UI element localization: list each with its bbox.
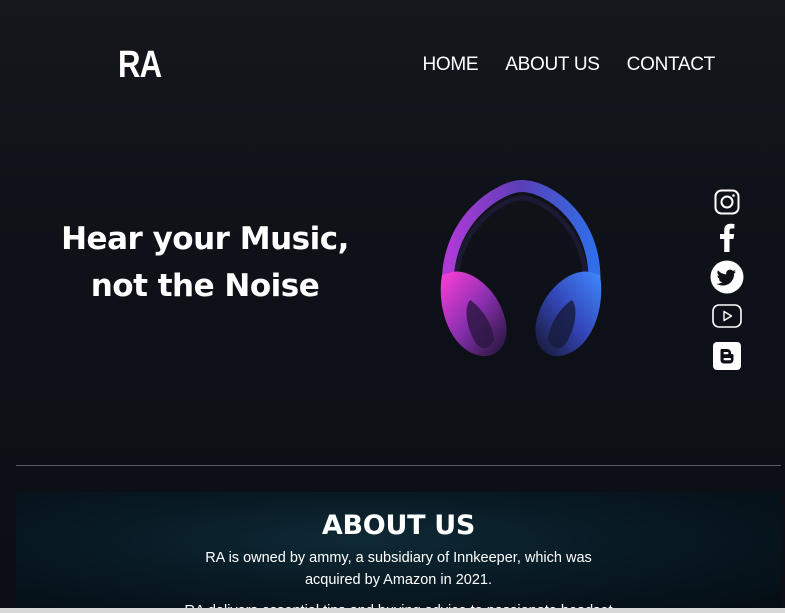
about-paragraph-1: RA is owned by ammy, a subsidiary of Inn… [16, 547, 781, 591]
horizontal-scrollbar[interactable] [0, 608, 785, 613]
nav-home-link[interactable]: HOME [422, 54, 478, 76]
about-paragraph-1-line1: RA is owned by ammy, a subsidiary of Inn… [205, 550, 592, 566]
brand-logo[interactable]: RA [118, 44, 162, 87]
twitter-icon[interactable] [707, 259, 747, 295]
main-nav: HOME ABOUT US CONTACT [422, 54, 715, 76]
hero-title-line2: not the Noise [90, 268, 320, 304]
hero-title: Hear your Music, not the Noise [40, 216, 370, 310]
nav-about-link[interactable]: ABOUT US [505, 54, 600, 76]
headphones-image [440, 180, 602, 357]
youtube-icon[interactable] [707, 302, 747, 330]
section-divider [16, 465, 781, 466]
page: RA HOME ABOUT US CONTACT Hear your Music… [0, 0, 785, 613]
instagram-icon[interactable] [707, 187, 747, 217]
facebook-icon[interactable] [707, 221, 747, 253]
nav-contact-link[interactable]: CONTACT [627, 54, 716, 76]
hero-title-line1: Hear your Music, [61, 221, 349, 257]
about-paragraph-1-line2: acquired by Amazon in 2021. [304, 572, 492, 588]
blogger-icon[interactable] [707, 340, 747, 372]
about-section: ABOUT US RA is owned by ammy, a subsidia… [16, 492, 781, 613]
about-heading: ABOUT US [321, 510, 476, 541]
